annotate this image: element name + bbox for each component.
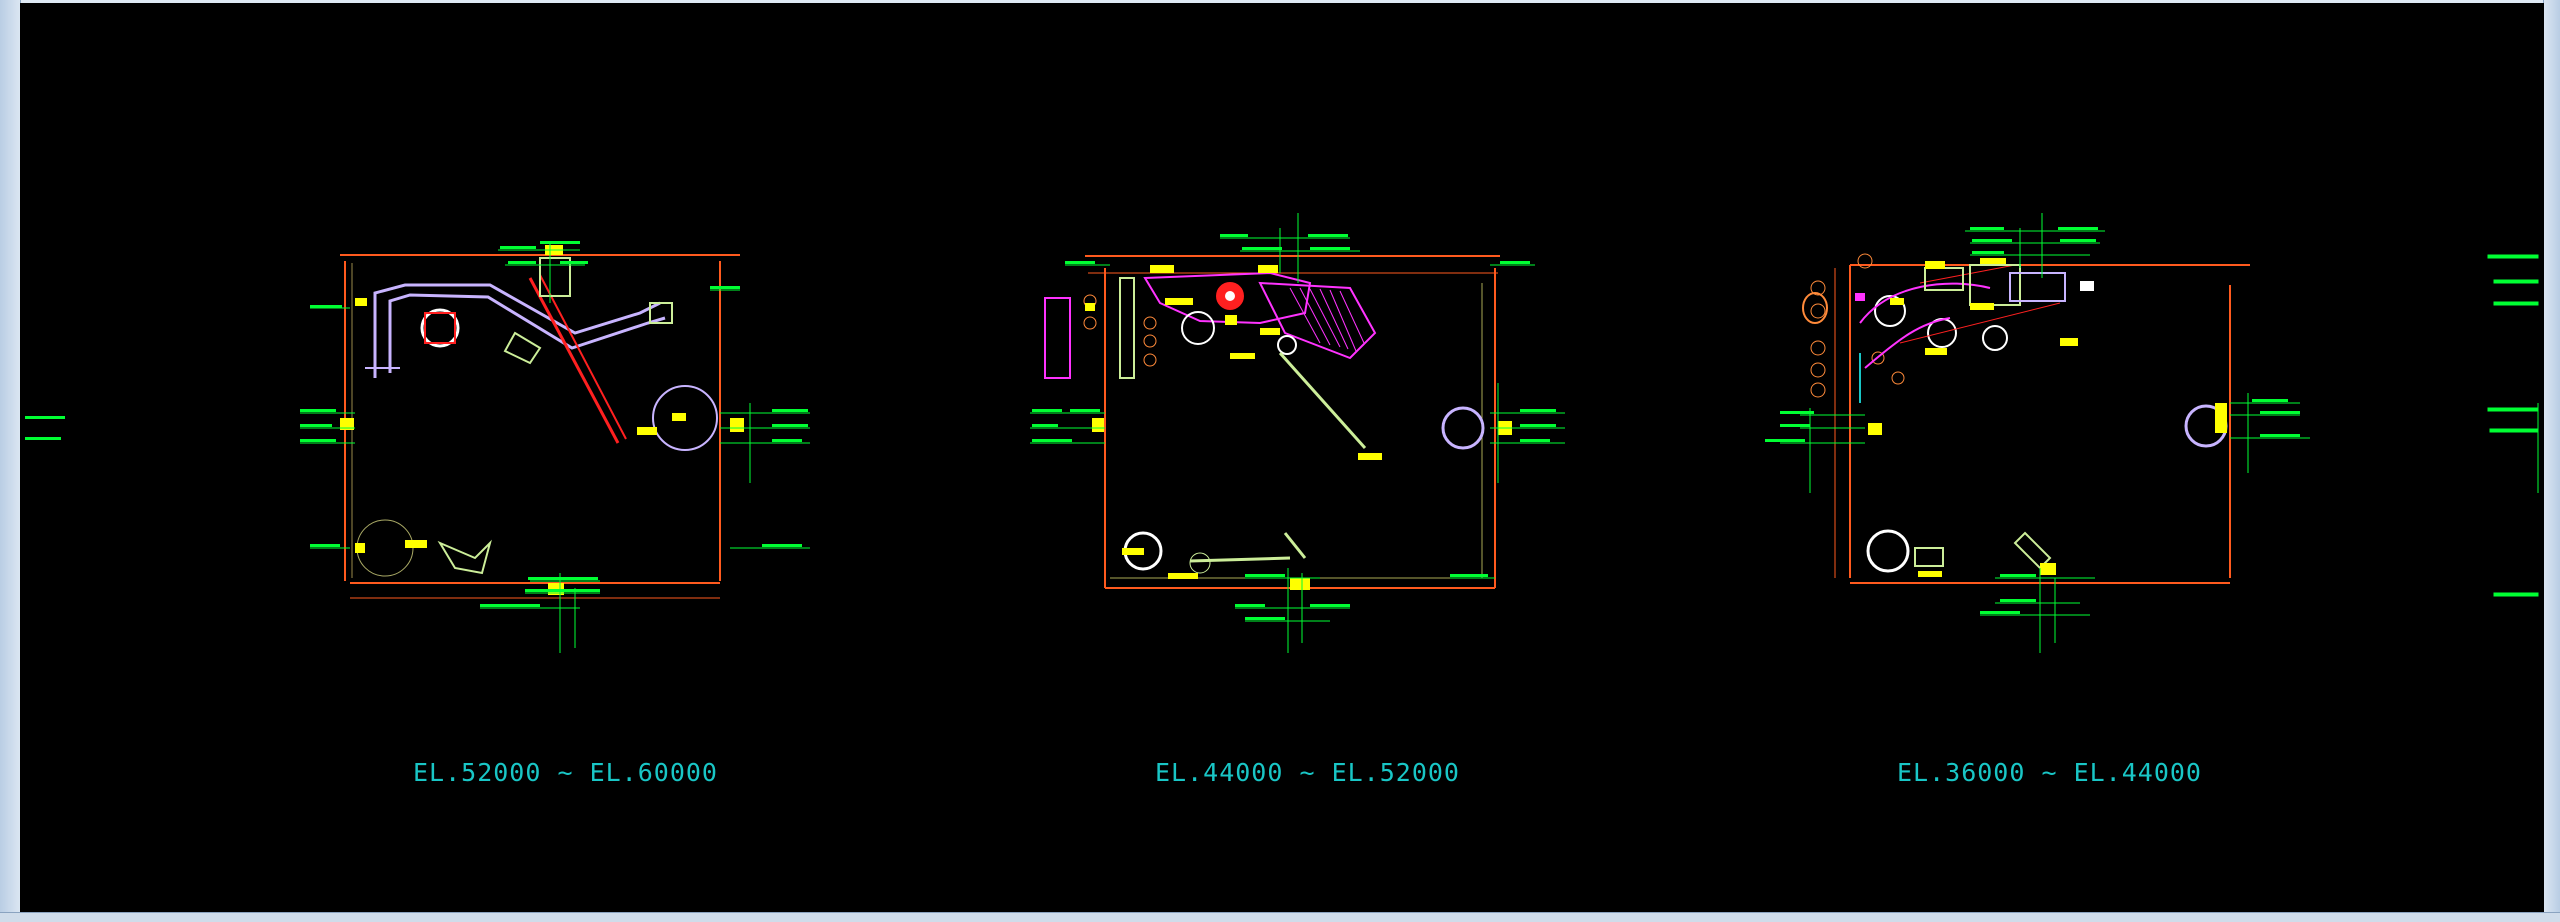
elevation-label-2: EL.44000 ~ EL.52000 xyxy=(1155,758,1460,787)
bottom-window-border xyxy=(0,912,2560,922)
floor-plan-1 xyxy=(300,241,810,653)
equipment-circle xyxy=(1189,552,1211,574)
stair-treads xyxy=(1289,287,1365,352)
pipe-line xyxy=(539,274,627,440)
application-window: EL.52000 ~ EL.60000 EL.44000 ~ EL.52000 … xyxy=(0,0,2560,922)
pipe-line xyxy=(1283,532,1307,559)
equipment-outline xyxy=(503,331,542,365)
tank-circle xyxy=(1441,406,1485,450)
vessel-outline xyxy=(1044,297,1071,379)
cad-drawing-canvas[interactable]: EL.52000 ~ EL.60000 EL.44000 ~ EL.52000 … xyxy=(20,3,2544,913)
pipe-line xyxy=(528,277,620,444)
floor-plan-2 xyxy=(1030,213,1565,653)
elevation-label-1: EL.52000 ~ EL.60000 xyxy=(413,758,718,787)
equipment-circle xyxy=(420,308,460,348)
partial-plan-left xyxy=(25,416,65,440)
equipment-circle xyxy=(1982,325,2008,351)
pipe-line xyxy=(1189,556,1291,563)
duct-line xyxy=(373,283,661,378)
equipment-outline xyxy=(2013,531,2052,570)
red-valve-center xyxy=(1225,291,1235,301)
equipment-circle xyxy=(1277,335,1297,355)
equipment-box xyxy=(2009,272,2066,302)
pipe-curve xyxy=(1864,317,1951,369)
left-window-border xyxy=(0,0,21,922)
dimension-text-blocks-2 xyxy=(1032,234,1556,620)
tag-marker xyxy=(355,298,367,306)
equipment-box xyxy=(424,312,456,344)
tag-marker xyxy=(405,540,427,548)
floor-plan-3 xyxy=(1765,213,2310,653)
vessel-outline xyxy=(1802,292,1828,324)
marker-white xyxy=(2080,281,2094,291)
equipment-box xyxy=(1914,547,1944,567)
elevation-label-3: EL.36000 ~ EL.44000 xyxy=(1897,758,2202,787)
tag-marker xyxy=(637,427,657,435)
tag-marker xyxy=(730,418,744,432)
pipe-line xyxy=(1278,351,1367,450)
partial-plan-right xyxy=(2487,254,2539,597)
equipment-box xyxy=(1924,267,1964,291)
tag-marker xyxy=(672,413,686,421)
equipment-circle xyxy=(1181,311,1215,345)
right-window-border xyxy=(2543,0,2560,922)
tag-marker xyxy=(355,543,365,553)
column-outline xyxy=(1119,277,1135,379)
equipment-circle xyxy=(1866,529,1910,573)
equipment-outline xyxy=(437,539,492,575)
tank-circle xyxy=(356,519,414,577)
marker-magenta xyxy=(1855,293,1865,301)
